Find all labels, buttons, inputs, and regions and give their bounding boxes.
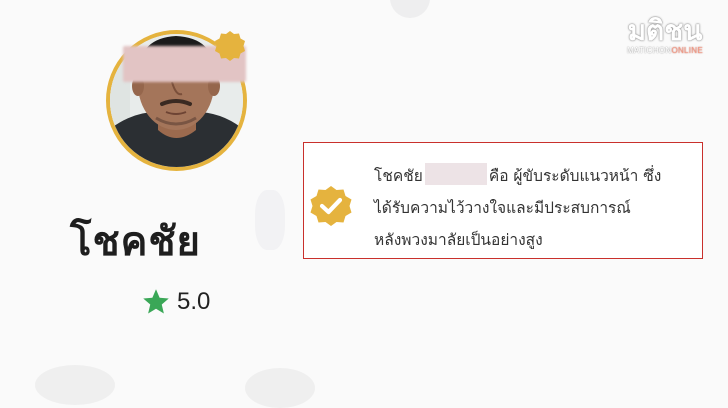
- description-line-3: หลังพวงมาลัยเป็นอย่างสูง: [374, 231, 543, 249]
- verified-check-icon: [310, 186, 352, 226]
- name-redaction: [424, 163, 487, 185]
- verified-badge-icon: [215, 31, 245, 61]
- description-line-2: ได้รับความไว้วางใจและมีประสบการณ์: [374, 199, 631, 217]
- star-icon: [143, 289, 169, 314]
- driver-rating: 5.0: [141, 287, 210, 317]
- driver-name: โชคชัย: [70, 219, 201, 265]
- background-shape: [390, 0, 430, 18]
- background-shape: [245, 368, 315, 408]
- driver-description: โชคชัย คือ ผู้ขับระดับแนวหน้า ซึ่ง ได้รับ…: [374, 160, 694, 256]
- description-text: คือ ผู้ขับระดับแนวหน้า ซึ่ง: [488, 167, 662, 185]
- watermark-subtitle: MATICHONONLINE: [622, 46, 708, 56]
- background-shape: [35, 365, 115, 405]
- watermark-logo: มติชน: [627, 14, 703, 47]
- rating-value: 5.0: [177, 288, 211, 315]
- background-shape: [255, 190, 285, 250]
- description-line-1: โชคชัย คือ ผู้ขับระดับแนวหน้า ซึ่ง: [374, 160, 694, 192]
- watermark-sub-accent: ONLINE: [671, 46, 704, 55]
- matichon-watermark: มติชน MATICHONONLINE: [622, 14, 708, 56]
- description-name: โชคชัย: [374, 167, 423, 185]
- watermark-sub-main: MATICHON: [626, 46, 672, 55]
